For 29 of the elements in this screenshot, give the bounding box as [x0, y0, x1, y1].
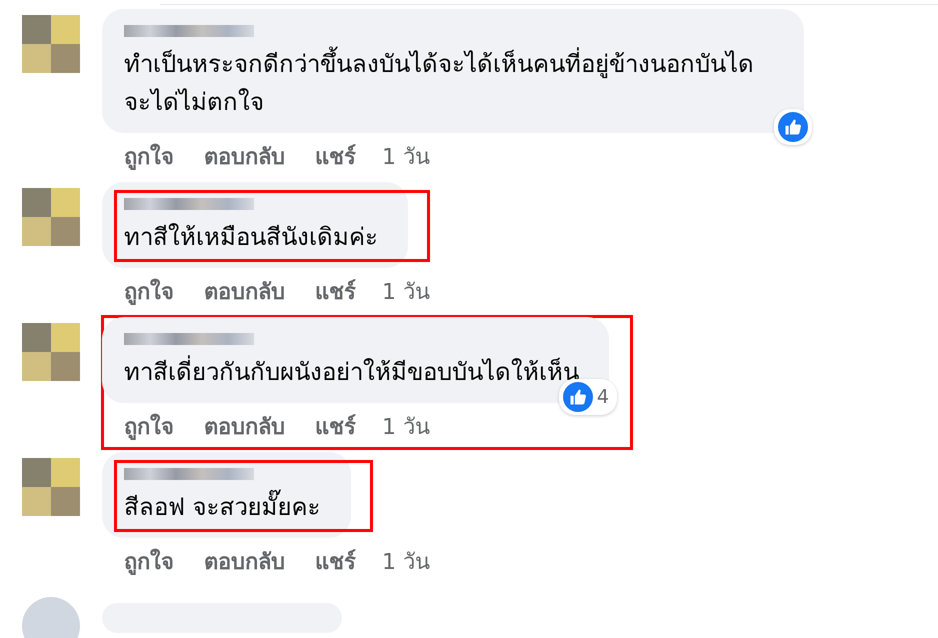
pixelated-avatar[interactable] [22, 458, 80, 516]
pixelated-avatar[interactable] [22, 15, 80, 73]
comment-action-link[interactable]: ถูกใจ [124, 544, 174, 579]
comment-action-link[interactable]: ถูกใจ [124, 409, 174, 444]
thumbs-up-icon [562, 382, 593, 412]
pixelated-avatar[interactable] [22, 323, 80, 381]
comment-time[interactable]: 1 วัน [382, 544, 430, 579]
comment-time[interactable]: 1 วัน [382, 409, 430, 444]
comment-action-link[interactable]: แชร์ [315, 139, 356, 174]
comment-text: ทาสีให้เหมือนสีนังเดิมค่ะ [123, 222, 378, 253]
comment-time[interactable]: 1 วัน [382, 274, 430, 309]
reaction-badge[interactable] [774, 109, 812, 145]
avatar[interactable] [22, 597, 80, 638]
reaction-badge[interactable]: 4 [558, 379, 617, 415]
comment-action-link[interactable]: แชร์ [315, 544, 356, 579]
comment-action-link[interactable]: ถูกใจ [124, 139, 174, 174]
reaction-count: 4 [596, 386, 610, 408]
thumbs-up-icon [778, 112, 808, 142]
comment-action-link[interactable]: แชร์ [315, 409, 356, 444]
comment-text: ทำเป็นหระจกดีกว่าขึ้นลงบันได้จะได้เห็นคนที่อยู่ข้างนอกบันได จะได่ไม่ตกใจ [116, 45, 774, 121]
comment-action-link[interactable]: แชร์ [315, 274, 356, 309]
comment-action-link[interactable]: ตอบกลับ [204, 409, 285, 444]
pixelated-avatar[interactable] [22, 188, 80, 246]
comment-action-link[interactable]: ตอบกลับ [204, 139, 285, 174]
comment-text: สีลอฟ จะสวยมั๊ยคะ [116, 488, 321, 526]
comment-action-link[interactable]: ตอบกลับ [204, 544, 285, 579]
comment-action-link[interactable]: ถูกใจ [124, 274, 174, 309]
comment-action-link[interactable]: ตอบกลับ [204, 274, 285, 309]
comment-time[interactable]: 1 วัน [382, 139, 430, 174]
